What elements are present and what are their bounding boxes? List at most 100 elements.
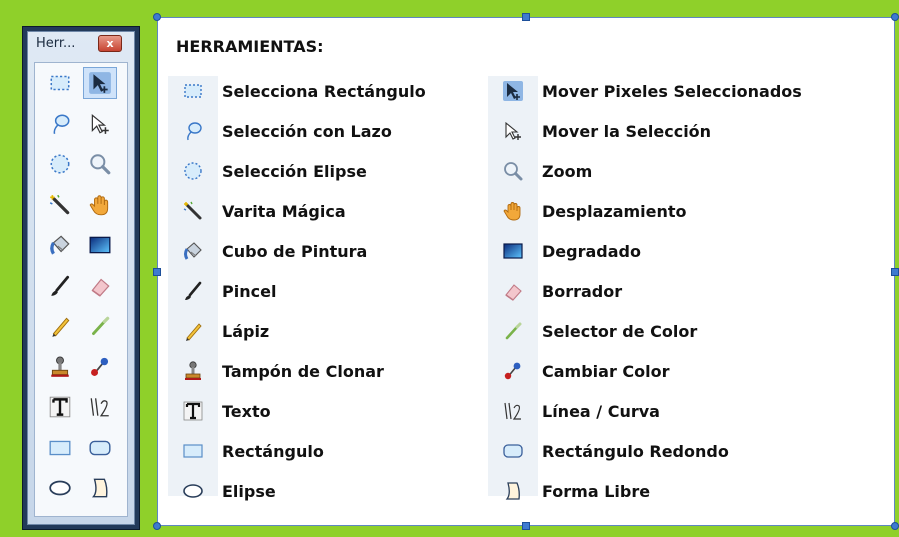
- tool-button-paintbrush[interactable]: [43, 270, 77, 302]
- tool-button-line-curve[interactable]: [83, 391, 117, 423]
- tool-button-pencil[interactable]: [43, 310, 77, 342]
- tool-label: Tampón de Clonar: [222, 361, 384, 381]
- tool-label: Zoom: [542, 161, 593, 181]
- tool-label: Selección con Lazo: [222, 121, 392, 141]
- tool-button-color-picker[interactable]: [83, 310, 117, 342]
- tool-button-ellipse-select[interactable]: [43, 148, 77, 180]
- tool-list-item: Selección con Lazo: [178, 117, 392, 145]
- tool-button-clone-stamp[interactable]: [43, 351, 77, 383]
- tool-button-freeform-shape[interactable]: [83, 472, 117, 504]
- tools-window: Herr... x: [22, 26, 140, 530]
- move-pixels-icon: [88, 71, 112, 95]
- tools-grid: [34, 62, 128, 517]
- tool-label: Varita Mágica: [222, 201, 346, 221]
- lasso-icon: [178, 117, 208, 145]
- line-curve-icon: [88, 395, 112, 419]
- tool-label: Borrador: [542, 281, 623, 301]
- paint-bucket-icon: [178, 237, 208, 265]
- eraser-icon: [498, 277, 528, 305]
- freeform-shape-icon: [498, 477, 528, 505]
- tool-label: Mover la Selección: [542, 121, 712, 141]
- paintbrush-icon: [178, 277, 208, 305]
- tool-button-zoom[interactable]: [83, 148, 117, 180]
- magic-wand-icon: [178, 197, 208, 225]
- tool-list-item: Desplazamiento: [498, 197, 687, 225]
- tool-list-item: Texto: [178, 397, 271, 425]
- resize-handle-top[interactable]: [522, 13, 530, 21]
- move-selection-icon: [498, 117, 528, 145]
- tool-button-lasso[interactable]: [43, 108, 77, 140]
- resize-handle-top-right[interactable]: [891, 13, 899, 21]
- tool-list-item: Varita Mágica: [178, 197, 346, 225]
- rect-select-icon: [178, 77, 208, 105]
- pencil-icon: [48, 314, 72, 338]
- resize-handle-bottom-left[interactable]: [153, 522, 161, 530]
- tool-list-item: Selección Elipse: [178, 157, 367, 185]
- tool-button-rectangle[interactable]: [43, 432, 77, 464]
- rounded-rectangle-icon: [498, 437, 528, 465]
- tool-button-ellipse[interactable]: [43, 472, 77, 504]
- tool-button-rounded-rectangle[interactable]: [83, 432, 117, 464]
- tool-button-pan-hand[interactable]: [83, 189, 117, 221]
- gradient-icon: [88, 233, 112, 257]
- tool-label: Selección Elipse: [222, 161, 367, 181]
- tool-button-text[interactable]: [43, 391, 77, 423]
- tool-label: Mover Pixeles Seleccionados: [542, 81, 802, 101]
- resize-handle-bottom[interactable]: [522, 522, 530, 530]
- magic-wand-icon: [48, 193, 72, 217]
- tool-button-eraser[interactable]: [83, 270, 117, 302]
- tools-window-body: Herr... x: [27, 31, 135, 525]
- ellipse-icon: [48, 476, 72, 500]
- tool-button-magic-wand[interactable]: [43, 189, 77, 221]
- resize-handle-top-left[interactable]: [153, 13, 161, 21]
- move-selection-icon: [88, 112, 112, 136]
- rectangle-icon: [48, 436, 72, 460]
- line-curve-icon: [498, 397, 528, 425]
- tool-list-item: Mover Pixeles Seleccionados: [498, 77, 802, 105]
- tool-label: Degradado: [542, 241, 641, 261]
- recolor-icon: [498, 357, 528, 385]
- resize-handle-left[interactable]: [153, 268, 161, 276]
- gradient-icon: [498, 237, 528, 265]
- tool-list-item: Cambiar Color: [498, 357, 670, 385]
- tool-label: Cubo de Pintura: [222, 241, 368, 261]
- zoom-icon: [88, 152, 112, 176]
- zoom-icon: [498, 157, 528, 185]
- tool-list-item: Borrador: [498, 277, 622, 305]
- tool-button-rect-select[interactable]: [43, 67, 77, 99]
- resize-handle-right[interactable]: [891, 268, 899, 276]
- tools-window-title: Herr...: [36, 36, 76, 51]
- pan-hand-icon: [88, 193, 112, 217]
- tool-label: Lápiz: [222, 321, 270, 341]
- paintbrush-icon: [48, 274, 72, 298]
- tool-button-gradient[interactable]: [83, 229, 117, 261]
- tool-list-item: Forma Libre: [498, 477, 650, 505]
- rectangle-icon: [178, 437, 208, 465]
- tool-label: Selecciona Rectángulo: [222, 81, 426, 101]
- close-button[interactable]: x: [98, 35, 122, 52]
- tool-list-item: Tampón de Clonar: [178, 357, 384, 385]
- pan-hand-icon: [498, 197, 528, 225]
- tool-button-recolor[interactable]: [83, 351, 117, 383]
- tool-button-move-selection[interactable]: [83, 108, 117, 140]
- tool-label: Desplazamiento: [542, 201, 687, 221]
- close-icon: x: [106, 37, 114, 50]
- text-icon: [48, 395, 72, 419]
- tool-label: Forma Libre: [542, 481, 651, 501]
- move-pixels-icon: [498, 77, 528, 105]
- tool-button-move-pixels[interactable]: [83, 67, 117, 99]
- paint-bucket-icon: [48, 233, 72, 257]
- tool-list-item: Mover la Selección: [498, 117, 711, 145]
- tool-list-item: Zoom: [498, 157, 592, 185]
- freeform-shape-icon: [88, 476, 112, 500]
- tool-list-item: Rectángulo: [178, 437, 324, 465]
- tool-label: Selector de Color: [542, 321, 698, 341]
- tool-button-paint-bucket[interactable]: [43, 229, 77, 261]
- tool-label: Línea / Curva: [542, 401, 660, 421]
- tool-list-item: Pincel: [178, 277, 276, 305]
- resize-handle-bottom-right[interactable]: [891, 522, 899, 530]
- tool-label: Elipse: [222, 481, 276, 501]
- tool-list-item: Rectángulo Redondo: [498, 437, 729, 465]
- text-icon: [178, 397, 208, 425]
- tool-list-item: Lápiz: [178, 317, 269, 345]
